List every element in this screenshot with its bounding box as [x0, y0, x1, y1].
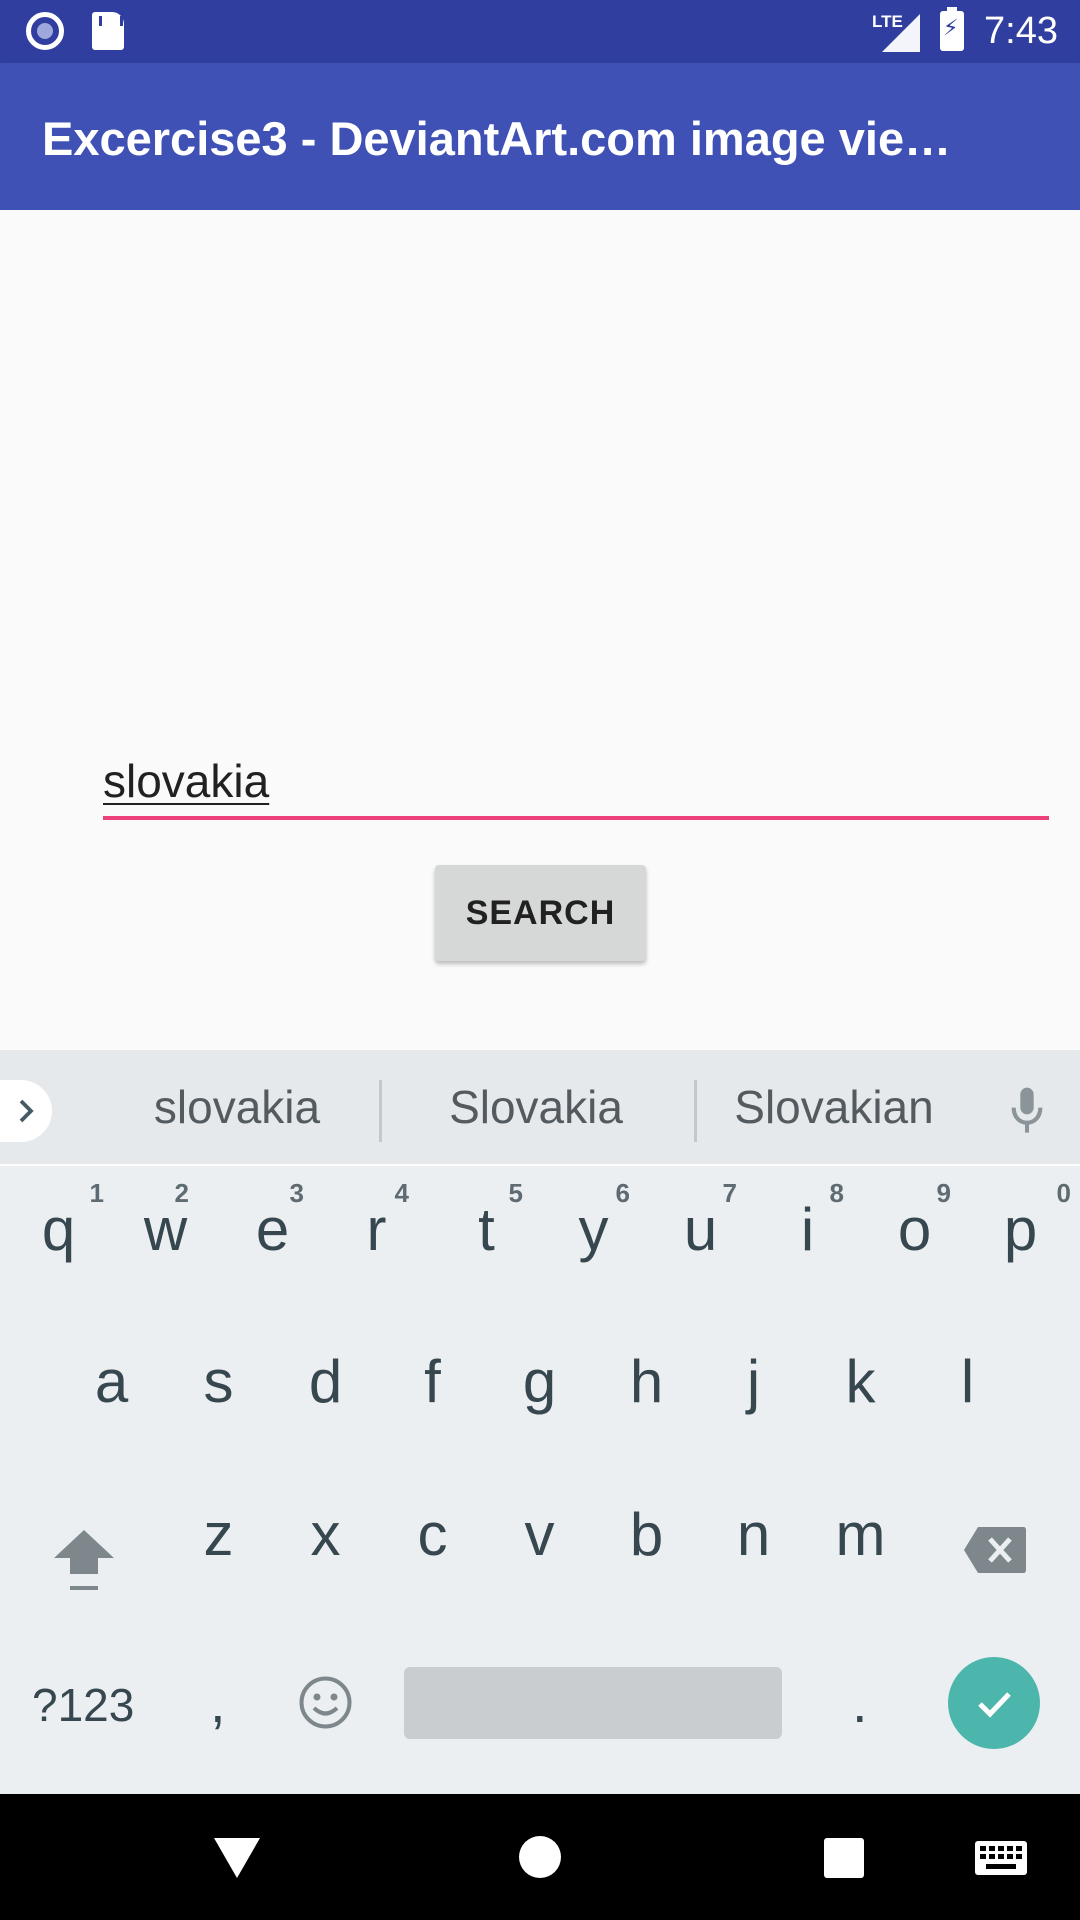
suggestion-3[interactable]: Slovakian	[684, 1080, 984, 1134]
expand-suggestions-button[interactable]	[0, 1080, 52, 1142]
key-e[interactable]: e3	[219, 1180, 326, 1260]
suggestion-2[interactable]: Slovakia	[386, 1080, 686, 1134]
done-button[interactable]	[948, 1657, 1040, 1749]
record-icon	[26, 12, 64, 50]
key-y[interactable]: y6	[540, 1180, 647, 1260]
chevron-right-icon	[19, 1099, 34, 1123]
space-bar[interactable]	[404, 1667, 782, 1739]
suggestion-1[interactable]: slovakia	[87, 1080, 387, 1134]
suggestion-strip: slovakia Slovakia Slovakian	[0, 1050, 1080, 1166]
key-r[interactable]: r4	[323, 1180, 430, 1260]
status-bar: LTE 7:43	[0, 0, 1080, 63]
key-p[interactable]: p0	[967, 1180, 1074, 1260]
key-g[interactable]: g	[486, 1352, 593, 1412]
key-x[interactable]: x	[272, 1505, 379, 1565]
key-z[interactable]: z	[165, 1505, 272, 1565]
back-icon[interactable]	[212, 1834, 262, 1880]
home-icon[interactable]	[519, 1836, 561, 1878]
key-h[interactable]: h	[593, 1352, 700, 1412]
comma-key[interactable]: ,	[210, 1670, 226, 1735]
key-u[interactable]: u7	[647, 1180, 754, 1260]
key-a[interactable]: a	[58, 1352, 165, 1412]
symbols-key[interactable]: ?123	[32, 1678, 134, 1732]
key-t[interactable]: t5	[433, 1180, 540, 1260]
search-input[interactable]: slovakia	[103, 746, 1049, 820]
keyboard-switch-icon[interactable]	[974, 1840, 1028, 1876]
search-button[interactable]: SEARCH	[435, 865, 646, 961]
main-content: slovakia SEARCH	[0, 210, 1080, 1050]
sd-card-icon	[92, 12, 124, 50]
key-v[interactable]: v	[486, 1505, 593, 1565]
suggestion-divider	[379, 1080, 382, 1142]
key-j[interactable]: j	[700, 1352, 807, 1412]
key-f[interactable]: f	[379, 1352, 486, 1412]
key-c[interactable]: c	[379, 1505, 486, 1565]
key-m[interactable]: m	[807, 1505, 914, 1565]
key-i[interactable]: i8	[754, 1180, 861, 1260]
key-l[interactable]: l	[914, 1352, 1021, 1412]
key-d[interactable]: d	[272, 1352, 379, 1412]
key-n[interactable]: n	[700, 1505, 807, 1565]
battery-charging-icon	[940, 7, 965, 51]
emoji-icon[interactable]	[298, 1675, 353, 1730]
checkmark-icon	[978, 1692, 1011, 1718]
period-key[interactable]: .	[852, 1670, 868, 1735]
key-k[interactable]: k	[807, 1352, 914, 1412]
microphone-icon[interactable]	[1007, 1086, 1047, 1136]
key-s[interactable]: s	[165, 1352, 272, 1412]
app-bar: Excercise3 - DeviantArt.com image vie…	[0, 63, 1080, 210]
recents-icon[interactable]	[824, 1838, 864, 1878]
key-o[interactable]: o9	[861, 1180, 968, 1260]
navigation-bar	[0, 1794, 1080, 1920]
shift-icon[interactable]	[52, 1524, 116, 1594]
signal-icon: LTE	[872, 10, 921, 52]
key-b[interactable]: b	[593, 1505, 700, 1565]
app-title: Excercise3 - DeviantArt.com image vie…	[42, 112, 952, 165]
key-w[interactable]: w2	[112, 1180, 219, 1260]
backspace-icon[interactable]	[962, 1525, 1028, 1575]
status-time: 7:43	[984, 9, 1058, 52]
search-input-value: slovakia	[103, 755, 270, 807]
key-q[interactable]: q1	[5, 1180, 112, 1260]
